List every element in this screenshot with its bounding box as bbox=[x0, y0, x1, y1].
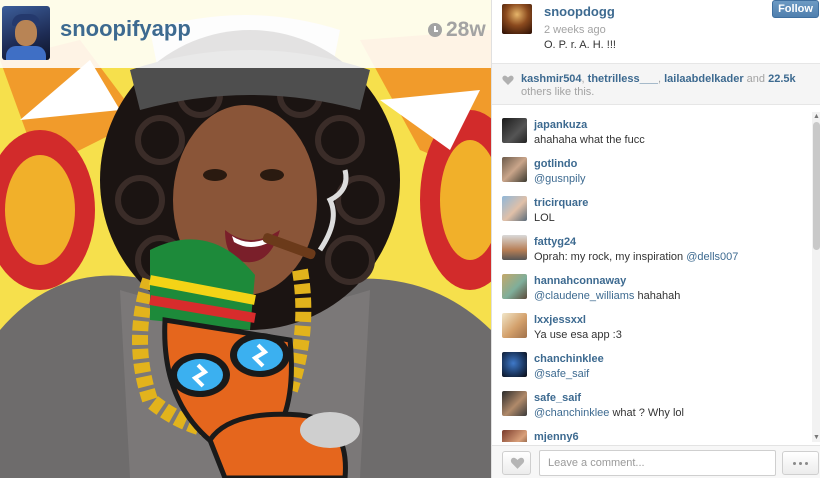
comment-text: @chanchinklee what ? Why lol bbox=[534, 407, 684, 419]
commenter-avatar[interactable] bbox=[502, 352, 527, 377]
commenter-name[interactable]: lxxjessxxl bbox=[534, 314, 586, 326]
comment-item: japankuza ahahaha what the fucc bbox=[492, 112, 810, 151]
commenter-name[interactable]: tricirquare bbox=[534, 197, 588, 209]
photo-time-label: 28w bbox=[446, 18, 486, 41]
scroll-thumb[interactable] bbox=[813, 122, 820, 250]
comment-input[interactable] bbox=[539, 450, 776, 476]
instagram-photo-view: snoopifyapp 28w snoopdogg 2 weeks ago O.… bbox=[0, 0, 820, 478]
heart-icon bbox=[502, 75, 514, 85]
like-heart-icon bbox=[510, 457, 525, 469]
likes-count[interactable]: 22.5k bbox=[768, 73, 796, 85]
liker-link[interactable]: kashmir504 bbox=[521, 73, 582, 85]
scroll-down-icon[interactable]: ▼ bbox=[812, 433, 820, 442]
commenter-avatar[interactable] bbox=[502, 118, 527, 143]
clock-icon bbox=[428, 23, 442, 37]
post-caption: O. P. r. A. H. !!! bbox=[544, 39, 616, 51]
commenter-name[interactable]: chanchinklee bbox=[534, 353, 604, 365]
comment-text: Ya use esa app :3 bbox=[534, 329, 622, 341]
commenter-name[interactable]: mjenny6 bbox=[534, 431, 579, 442]
commenter-avatar[interactable] bbox=[502, 274, 527, 299]
comment-item: chanchinklee @safe_saif bbox=[492, 346, 810, 385]
owner-username[interactable]: snoopdogg bbox=[544, 4, 615, 19]
commenter-name[interactable]: japankuza bbox=[534, 119, 587, 131]
photo-timestamp: 28w bbox=[428, 18, 486, 42]
commenter-name[interactable]: gotlindo bbox=[534, 158, 577, 170]
commenter-avatar[interactable] bbox=[502, 235, 527, 260]
commenter-avatar[interactable] bbox=[502, 157, 527, 182]
likes-row: kashmir504, thetrilless___, lailaabdelka… bbox=[492, 63, 820, 105]
comment-footer bbox=[492, 445, 820, 478]
snoopifyapp-avatar[interactable] bbox=[2, 6, 50, 60]
info-panel: snoopdogg 2 weeks ago O. P. r. A. H. !!!… bbox=[491, 0, 820, 478]
more-options-button[interactable] bbox=[782, 451, 819, 475]
comment-text: Oprah: my rock, my inspiration @dells007 bbox=[534, 251, 739, 263]
commenter-avatar[interactable] bbox=[502, 430, 527, 442]
follow-button[interactable]: Follow bbox=[772, 0, 819, 18]
liker-link[interactable]: lailaabdelkader bbox=[664, 73, 744, 85]
comment-item: mjenny6 bbox=[492, 424, 810, 442]
comments-scrollbar[interactable]: ▲ ▼ bbox=[812, 112, 820, 442]
photo-pane: snoopifyapp 28w bbox=[0, 0, 491, 478]
photo-username[interactable]: snoopifyapp bbox=[60, 16, 191, 42]
more-dots-icon bbox=[793, 461, 808, 465]
liker-link[interactable]: thetrilless___ bbox=[588, 73, 658, 85]
comment-text: @safe_saif bbox=[534, 368, 589, 380]
commenter-avatar[interactable] bbox=[502, 391, 527, 416]
comment-text: ahahaha what the fucc bbox=[534, 134, 645, 146]
scroll-up-icon[interactable]: ▲ bbox=[812, 112, 820, 121]
comment-text: @gusnpily bbox=[534, 173, 586, 185]
mention-link[interactable]: @safe_saif bbox=[534, 368, 589, 380]
post-photo[interactable] bbox=[0, 0, 491, 478]
comment-text: @claudene_williams hahahah bbox=[534, 290, 681, 302]
commenter-name[interactable]: safe_saif bbox=[534, 392, 581, 404]
mention-link[interactable]: @dells007 bbox=[686, 251, 738, 263]
commenter-avatar[interactable] bbox=[502, 196, 527, 221]
comment-item: hannahconnaway @claudene_williams hahaha… bbox=[492, 268, 810, 307]
owner-avatar[interactable] bbox=[502, 4, 532, 34]
comment-item: safe_saif @chanchinklee what ? Why lol bbox=[492, 385, 810, 424]
comment-item: lxxjessxxl Ya use esa app :3 bbox=[492, 307, 810, 346]
mention-link[interactable]: @claudene_williams bbox=[534, 290, 634, 302]
comment-item: tricirquare LOL bbox=[492, 190, 810, 229]
commenter-name[interactable]: fattyg24 bbox=[534, 236, 576, 248]
photo-header: snoopifyapp 28w bbox=[0, 0, 491, 68]
post-time: 2 weeks ago bbox=[544, 24, 606, 36]
likes-summary: kashmir504, thetrilless___, lailaabdelka… bbox=[521, 73, 796, 98]
comments-list: japankuza ahahaha what the fucc gotlindo… bbox=[492, 112, 810, 442]
comment-item: gotlindo @gusnpily bbox=[492, 151, 810, 190]
commenter-name[interactable]: hannahconnaway bbox=[534, 275, 626, 287]
like-button[interactable] bbox=[502, 451, 531, 475]
comment-text: LOL bbox=[534, 212, 555, 224]
mention-link[interactable]: @gusnpily bbox=[534, 173, 586, 185]
mention-link[interactable]: @chanchinklee bbox=[534, 407, 609, 419]
comment-item: fattyg24 Oprah: my rock, my inspiration … bbox=[492, 229, 810, 268]
commenter-avatar[interactable] bbox=[502, 313, 527, 338]
